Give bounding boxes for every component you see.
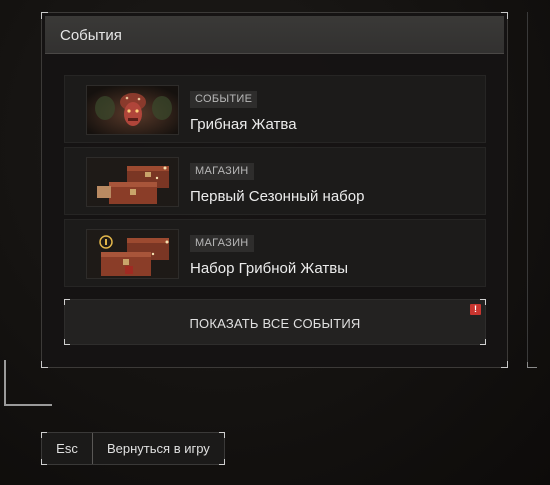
panel-title: События <box>60 27 122 44</box>
harvest-crates-thumbnail <box>86 229 179 279</box>
return-to-game-label: Вернуться в игру <box>107 441 210 456</box>
supply-crates-thumbnail <box>86 157 179 207</box>
button-corner-marker <box>64 339 70 345</box>
event-tag: МАГАЗИН <box>190 163 254 180</box>
event-name: Набор Грибной Жатвы <box>190 260 349 277</box>
background-frame-tick <box>527 362 537 368</box>
panel-corner-marker <box>41 361 48 368</box>
event-tag: МАГАЗИН <box>190 235 254 252</box>
event-item-first-season-pack[interactable]: МАГАЗИН Первый Сезонный набор <box>64 147 486 215</box>
event-name: Грибная Жатва <box>190 116 297 133</box>
button-corner-marker <box>480 339 486 345</box>
button-corner-marker <box>219 432 225 438</box>
esc-key-hint: Esc <box>42 433 93 464</box>
return-to-game-button[interactable]: Esc Вернуться в игру <box>41 432 225 465</box>
button-corner-marker <box>219 459 225 465</box>
show-all-label: ПОКАЗАТЬ ВСЕ СОБЫТИЯ <box>189 316 361 331</box>
event-name: Первый Сезонный набор <box>190 188 365 205</box>
event-tag: СОБЫТИЕ <box>190 91 258 108</box>
events-panel: События СОБЫТИЕ Грибная Жатва МАГАЗИН Пе… <box>41 12 508 368</box>
mushroom-harvest-thumbnail <box>86 85 179 135</box>
event-item-harvest-pack[interactable]: МАГАЗИН Набор Грибной Жатвы <box>64 219 486 287</box>
button-corner-marker <box>64 299 70 305</box>
panel-header: События <box>45 16 504 54</box>
alert-badge-icon: ! <box>470 304 481 315</box>
background-frame-edge <box>527 12 528 368</box>
event-item-mushroom-harvest[interactable]: СОБЫТИЕ Грибная Жатва <box>64 75 486 143</box>
show-all-events-button[interactable]: ! ПОКАЗАТЬ ВСЕ СОБЫТИЯ <box>64 299 486 345</box>
panel-corner-marker <box>501 361 508 368</box>
